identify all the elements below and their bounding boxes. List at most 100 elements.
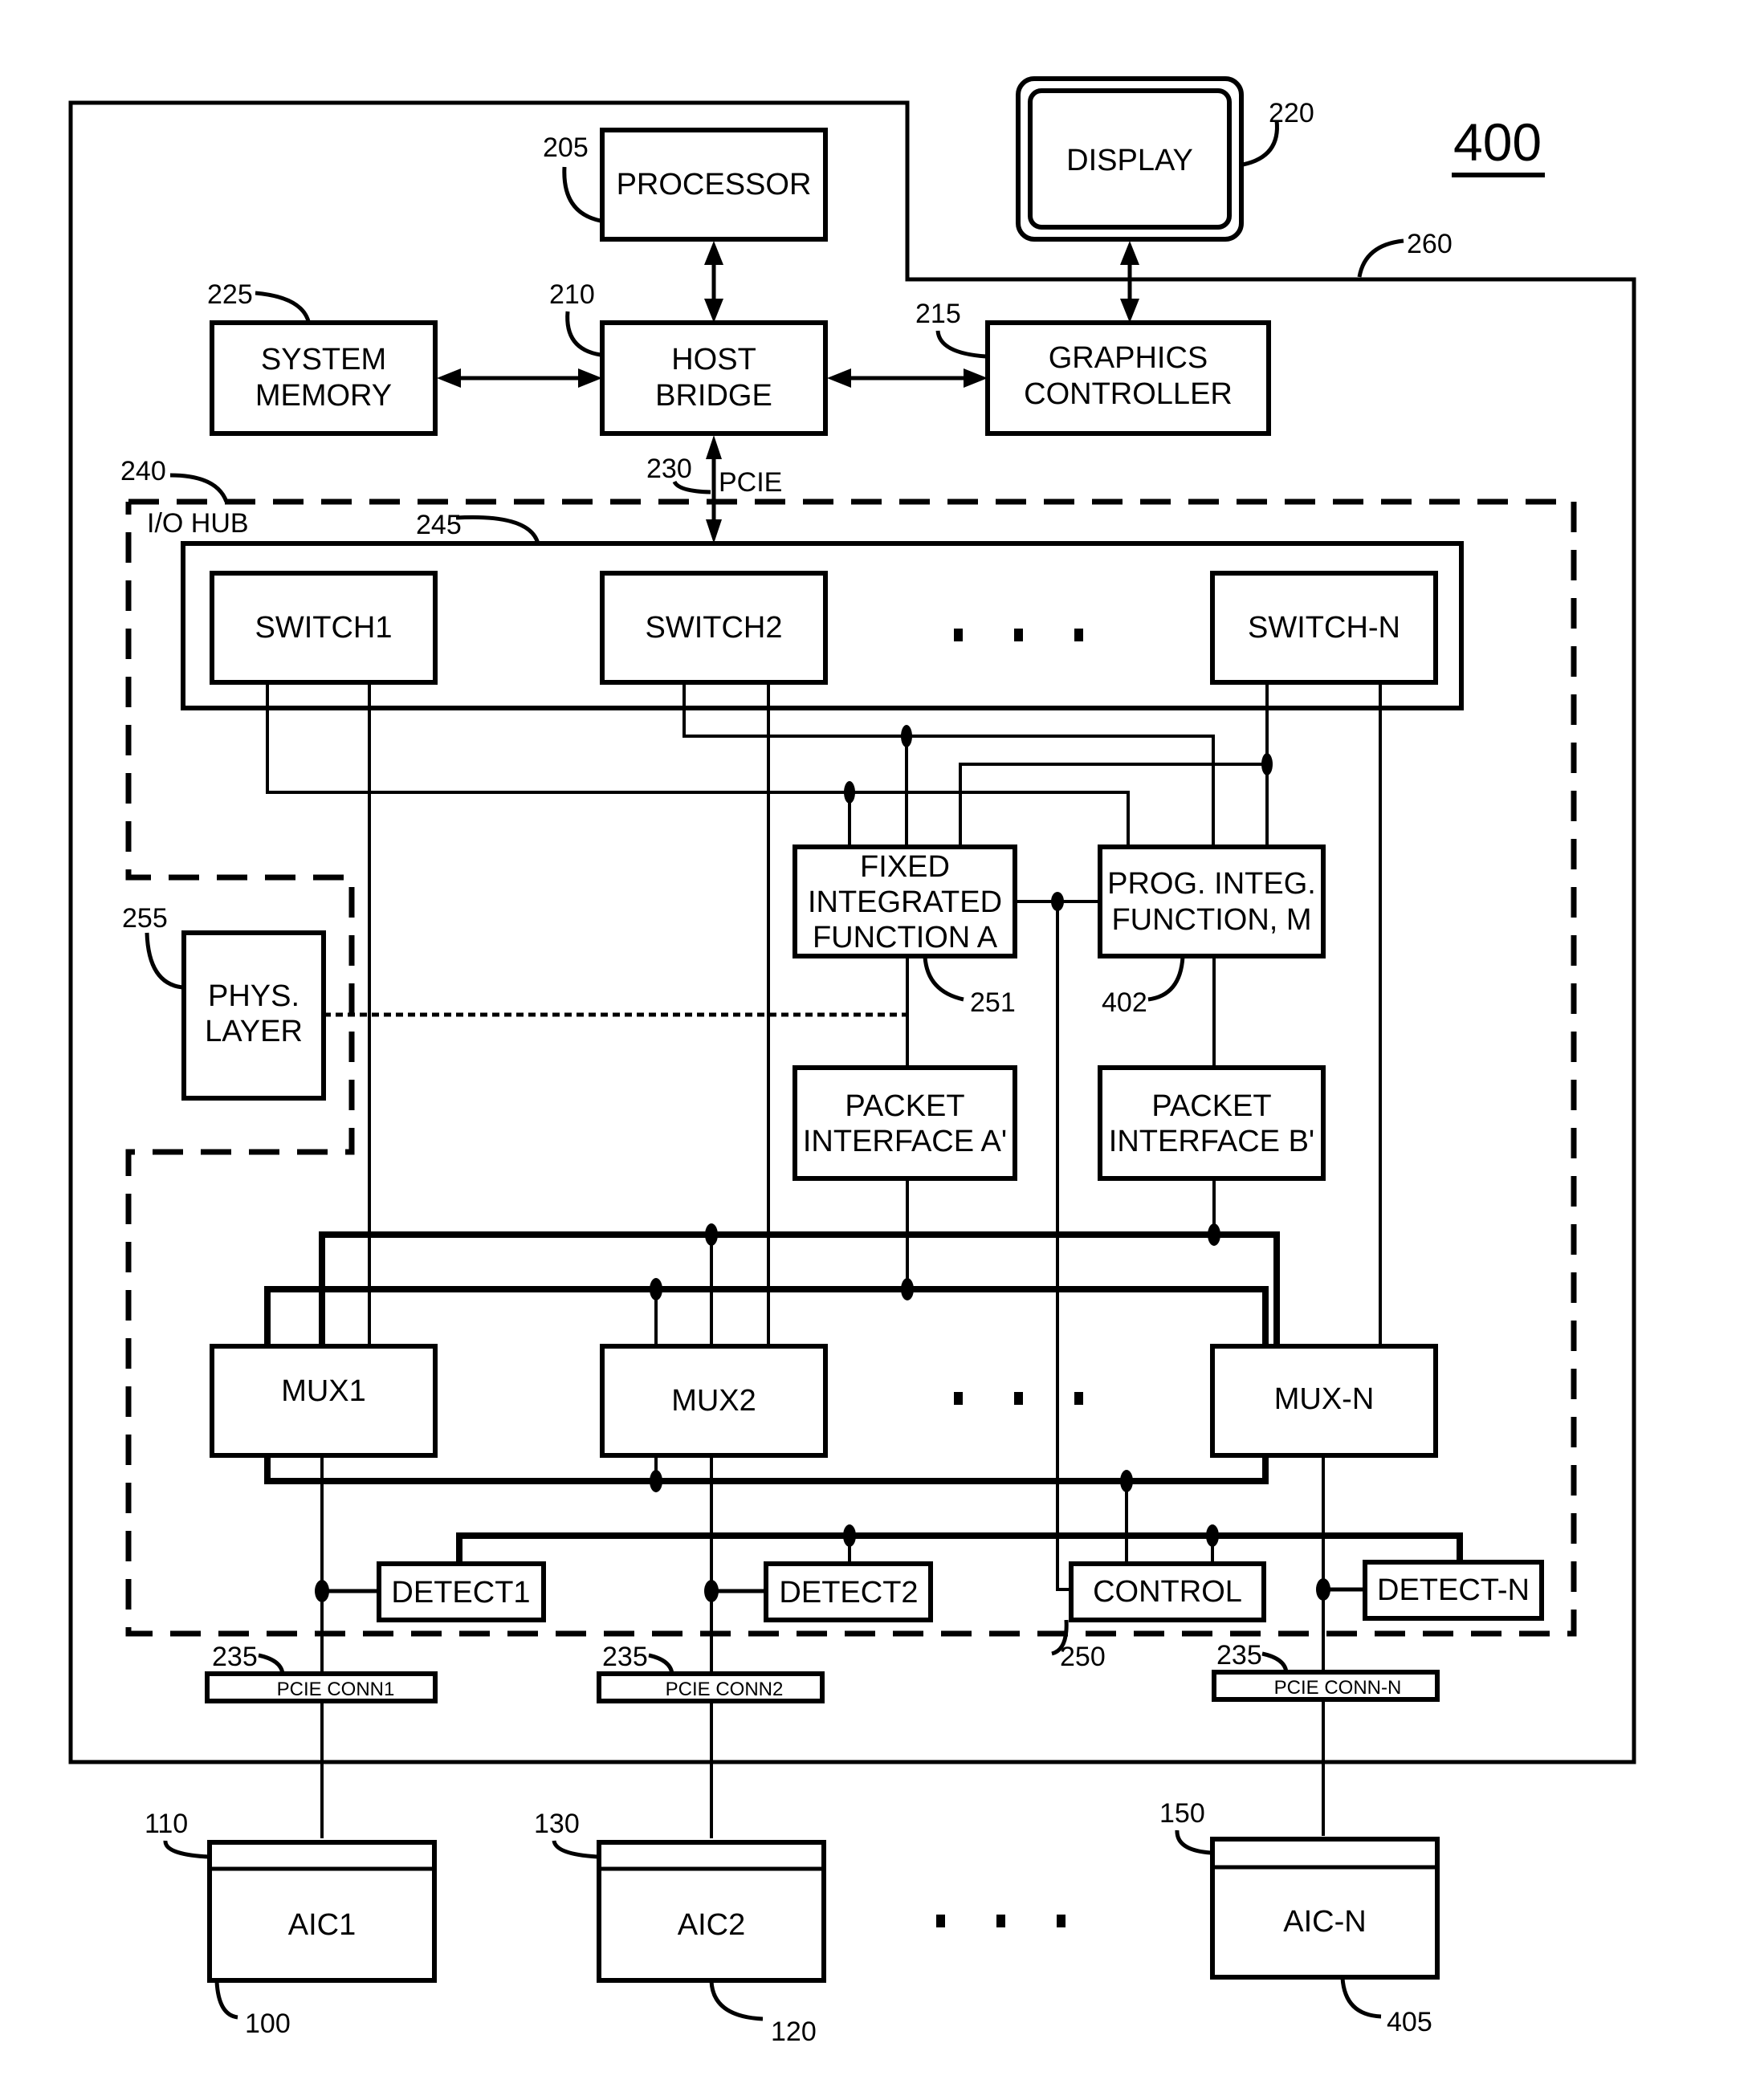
svg-text:SWITCH-N: SWITCH-N bbox=[1248, 611, 1400, 645]
pcie-connector-1: PCIE CONN1 bbox=[205, 1671, 438, 1703]
leader-245 bbox=[455, 515, 540, 544]
graphics-controller-block: GRAPHICS CONTROLLER bbox=[985, 320, 1271, 436]
packet-interface-a-block: PACKET INTERFACE A' bbox=[793, 1065, 1017, 1181]
svg-text:FUNCTION, M: FUNCTION, M bbox=[1111, 903, 1311, 937]
ref-215: 215 bbox=[915, 299, 961, 329]
svg-text:PCIE CONN2: PCIE CONN2 bbox=[666, 1679, 784, 1700]
leader-110 bbox=[163, 1840, 209, 1859]
io-hub-label: I/O HUB bbox=[147, 508, 249, 539]
arrow-processor-hostbridge bbox=[704, 241, 723, 323]
arrow-display-graphics bbox=[1120, 241, 1139, 323]
figure-number: 400 bbox=[1453, 112, 1542, 172]
leader-150 bbox=[1175, 1829, 1212, 1855]
ref-255: 255 bbox=[122, 903, 168, 934]
function-control-link bbox=[1015, 892, 1100, 1591]
svg-text:PACKET: PACKET bbox=[1151, 1089, 1271, 1123]
prog-integ-function-block: PROG. INTEG. FUNCTION, M bbox=[1098, 844, 1326, 958]
detect-bus bbox=[456, 1524, 1463, 1564]
svg-text:GRAPHICS: GRAPHICS bbox=[1049, 341, 1208, 375]
ref-110: 110 bbox=[145, 1809, 188, 1839]
svg-text:PHYS.: PHYS. bbox=[208, 979, 299, 1013]
detect-n: DETECT-N bbox=[1363, 1560, 1544, 1621]
aic-2: AIC2 bbox=[597, 1840, 826, 1983]
leader-215 bbox=[935, 330, 987, 359]
svg-text:DETECT2: DETECT2 bbox=[779, 1576, 918, 1610]
lane-lines bbox=[315, 1455, 1365, 1838]
aic-n: AIC-N bbox=[1210, 1837, 1440, 1980]
processor-block: PROCESSOR bbox=[600, 128, 828, 242]
leader-255 bbox=[145, 932, 183, 990]
ref-251: 251 bbox=[970, 987, 1016, 1018]
aic-ellipsis bbox=[936, 1915, 1066, 1927]
svg-text:MUX-N: MUX-N bbox=[1274, 1382, 1375, 1416]
leader-405 bbox=[1340, 1977, 1382, 2019]
display-block: DISPLAY bbox=[1016, 76, 1244, 242]
ref-130: 130 bbox=[534, 1809, 580, 1839]
leader-205 bbox=[562, 166, 601, 223]
ref-100: 100 bbox=[245, 2008, 291, 2039]
svg-text:FUNCTION A: FUNCTION A bbox=[813, 921, 998, 954]
svg-text:PACKET: PACKET bbox=[845, 1089, 964, 1123]
svg-text:MUX2: MUX2 bbox=[671, 1384, 756, 1418]
svg-text:PCIE CONN-N: PCIE CONN-N bbox=[1274, 1677, 1402, 1699]
switch-1: SWITCH1 bbox=[210, 571, 438, 685]
ref-210: 210 bbox=[549, 279, 595, 310]
svg-text:INTERFACE A': INTERFACE A' bbox=[803, 1125, 1007, 1158]
svg-text:INTEGRATED: INTEGRATED bbox=[808, 885, 1002, 919]
svg-text:DISPLAY: DISPLAY bbox=[1066, 144, 1193, 177]
svg-text:SWITCH1: SWITCH1 bbox=[255, 611, 393, 645]
arrow-hostbridge-graphics bbox=[827, 368, 988, 388]
ref-120: 120 bbox=[771, 2017, 817, 2047]
mux-1: MUX1 bbox=[210, 1344, 438, 1458]
leader-402 bbox=[1147, 956, 1185, 1002]
fixed-integrated-function-block: FIXED INTEGRATED FUNCTION A bbox=[793, 844, 1017, 958]
svg-text:MEMORY: MEMORY bbox=[255, 379, 392, 413]
svg-text:PROG. INTEG.: PROG. INTEG. bbox=[1107, 867, 1316, 901]
leader-260 bbox=[1357, 238, 1404, 278]
ref-250: 250 bbox=[1060, 1642, 1106, 1672]
ref-235-n: 235 bbox=[1216, 1640, 1262, 1671]
leader-100 bbox=[214, 1980, 238, 2020]
ref-260: 260 bbox=[1407, 229, 1453, 259]
svg-text:AIC-N: AIC-N bbox=[1283, 1905, 1366, 1939]
svg-text:INTERFACE B': INTERFACE B' bbox=[1109, 1125, 1314, 1158]
svg-text:AIC2: AIC2 bbox=[678, 1908, 745, 1942]
detect-1: DETECT1 bbox=[377, 1561, 546, 1622]
ref-405: 405 bbox=[1387, 2007, 1432, 2037]
leader-210 bbox=[565, 311, 601, 357]
detect-2: DETECT2 bbox=[764, 1561, 933, 1622]
mux-input-buses bbox=[264, 1178, 1280, 1346]
mux-n: MUX-N bbox=[1210, 1344, 1438, 1458]
ref-205: 205 bbox=[543, 132, 589, 163]
ref-245: 245 bbox=[416, 510, 462, 540]
phys-layer-block: PHYS. LAYER bbox=[181, 930, 326, 1101]
svg-text:BRIDGE: BRIDGE bbox=[655, 379, 772, 413]
leader-235-1 bbox=[258, 1653, 285, 1675]
block-diagram: 400 260 PROCESSOR 205 DISPLAY 220 HOST B… bbox=[0, 0, 1748, 2100]
switch-n: SWITCH-N bbox=[1210, 571, 1438, 685]
svg-text:SWITCH2: SWITCH2 bbox=[646, 611, 783, 645]
svg-text:CONTROL: CONTROL bbox=[1093, 1575, 1242, 1609]
system-memory-block: SYSTEM MEMORY bbox=[210, 320, 438, 436]
aic-1: AIC1 bbox=[207, 1840, 437, 1983]
ref-235-2: 235 bbox=[602, 1642, 648, 1672]
control-block: CONTROL bbox=[1069, 1561, 1266, 1622]
packet-interface-b-block: PACKET INTERFACE B' bbox=[1098, 1065, 1326, 1181]
leader-225 bbox=[255, 291, 311, 322]
svg-text:CONTROLLER: CONTROLLER bbox=[1024, 377, 1233, 411]
ref-240: 240 bbox=[120, 456, 166, 486]
leader-120 bbox=[709, 1980, 764, 2021]
svg-text:PCIE CONN1: PCIE CONN1 bbox=[277, 1679, 395, 1700]
svg-text:MUX1: MUX1 bbox=[281, 1374, 366, 1408]
svg-text:AIC1: AIC1 bbox=[288, 1908, 356, 1942]
pcie-connector-n: PCIE CONN-N bbox=[1212, 1670, 1440, 1702]
ref-230: 230 bbox=[646, 454, 692, 484]
svg-text:SYSTEM: SYSTEM bbox=[261, 343, 386, 376]
svg-text:DETECT1: DETECT1 bbox=[391, 1576, 530, 1610]
ref-235-1: 235 bbox=[212, 1642, 258, 1672]
host-bridge-block: HOST BRIDGE bbox=[600, 320, 828, 436]
mux-2: MUX2 bbox=[600, 1344, 828, 1458]
leader-235-2 bbox=[648, 1653, 674, 1675]
svg-text:DETECT-N: DETECT-N bbox=[1377, 1573, 1530, 1607]
mux-ellipsis bbox=[954, 1392, 1083, 1405]
